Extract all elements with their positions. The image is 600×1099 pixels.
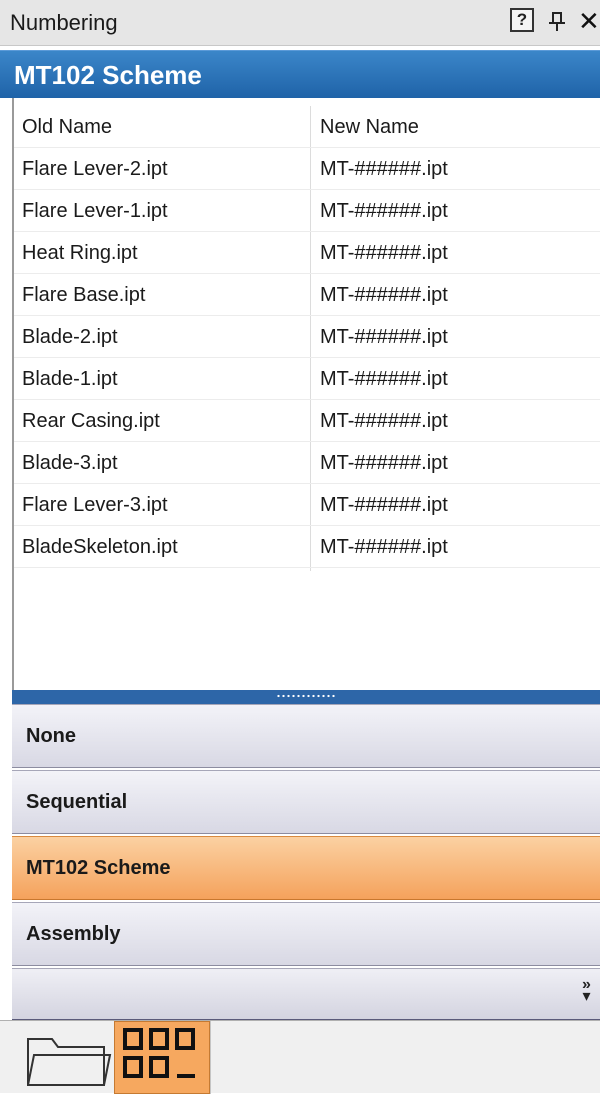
scheme-button-label: Assembly: [26, 923, 121, 945]
scheme-button-mt102[interactable]: MT102 Scheme: [12, 836, 600, 900]
nav-overflow-bar: » ▾: [12, 968, 600, 1020]
scheme-header-title: MT102 Scheme: [14, 60, 202, 90]
pin-icon[interactable]: [548, 12, 566, 37]
old-name-cell: Blade-3.ipt: [22, 452, 118, 474]
numbering-icon: [123, 1028, 195, 1078]
new-name-cell: MT-######.ipt: [320, 368, 448, 390]
old-name-cell: Flare Lever-2.ipt: [22, 158, 168, 180]
tab-folder[interactable]: [18, 1021, 115, 1094]
table-row[interactable]: Flare Base.ipt MT-######.ipt: [14, 274, 600, 316]
panel-title-bar: Numbering ? ✕: [0, 0, 600, 46]
table-row[interactable]: Flare Lever-2.ipt MT-######.ipt: [14, 148, 600, 190]
new-name-cell: MT-######.ipt: [320, 452, 448, 474]
scheme-button-sequential[interactable]: Sequential: [12, 770, 600, 834]
new-name-cell: MT-######.ipt: [320, 200, 448, 222]
old-name-cell: Flare Base.ipt: [22, 284, 146, 306]
old-name-cell: Blade-1.ipt: [22, 368, 118, 390]
table-row[interactable]: Blade-2.ipt MT-######.ipt: [14, 316, 600, 358]
table-row[interactable]: Flare Lever-3.ipt MT-######.ipt: [14, 484, 600, 526]
new-name-cell: MT-######.ipt: [320, 410, 448, 432]
scheme-button-none[interactable]: None: [12, 704, 600, 768]
column-header-new-name[interactable]: New Name: [320, 106, 419, 148]
old-name-cell: BladeSkeleton.ipt: [22, 536, 178, 558]
close-icon[interactable]: ✕: [578, 8, 600, 34]
table-row[interactable]: Blade-3.ipt MT-######.ipt: [14, 442, 600, 484]
old-name-cell: Blade-2.ipt: [22, 326, 118, 348]
new-name-cell: MT-######.ipt: [320, 326, 448, 348]
tab-numbering[interactable]: [114, 1021, 210, 1094]
splitter-grip-icon[interactable]: [276, 694, 336, 698]
help-button[interactable]: ?: [510, 8, 534, 32]
scheme-button-label: MT102 Scheme: [26, 857, 171, 879]
scheme-button-label: Sequential: [26, 791, 128, 813]
column-header-old-name[interactable]: Old Name: [22, 106, 112, 148]
panel-splitter[interactable]: [12, 690, 600, 704]
old-name-cell: Flare Lever-3.ipt: [22, 494, 168, 516]
tab-strip-empty-area: [210, 1021, 600, 1094]
chevron-double-right-icon[interactable]: » ▾: [582, 977, 591, 1005]
folder-icon: [27, 1038, 112, 1086]
table-row[interactable]: Rear Casing.ipt MT-######.ipt: [14, 400, 600, 442]
new-name-cell: MT-######.ipt: [320, 536, 448, 558]
new-name-cell: MT-######.ipt: [320, 284, 448, 306]
panel-title: Numbering: [10, 10, 118, 35]
table-row[interactable]: BladeSkeleton.ipt MT-######.ipt: [14, 526, 600, 568]
bottom-tab-strip: [0, 1020, 600, 1094]
table-row[interactable]: Heat Ring.ipt MT-######.ipt: [14, 232, 600, 274]
rename-table: Old Name New Name Flare Lever-2.ipt MT-#…: [12, 98, 600, 690]
new-name-cell: MT-######.ipt: [320, 158, 448, 180]
old-name-cell: Flare Lever-1.ipt: [22, 200, 168, 222]
scheme-header: MT102 Scheme: [0, 50, 600, 98]
new-name-cell: MT-######.ipt: [320, 242, 448, 264]
old-name-cell: Heat Ring.ipt: [22, 242, 138, 264]
table-header-row: Old Name New Name: [14, 106, 600, 148]
table-row[interactable]: Blade-1.ipt MT-######.ipt: [14, 358, 600, 400]
new-name-cell: MT-######.ipt: [320, 494, 448, 516]
scheme-button-assembly[interactable]: Assembly: [12, 902, 600, 966]
table-row[interactable]: Flare Lever-1.ipt MT-######.ipt: [14, 190, 600, 232]
scheme-button-label: None: [26, 725, 76, 747]
old-name-cell: Rear Casing.ipt: [22, 410, 160, 432]
